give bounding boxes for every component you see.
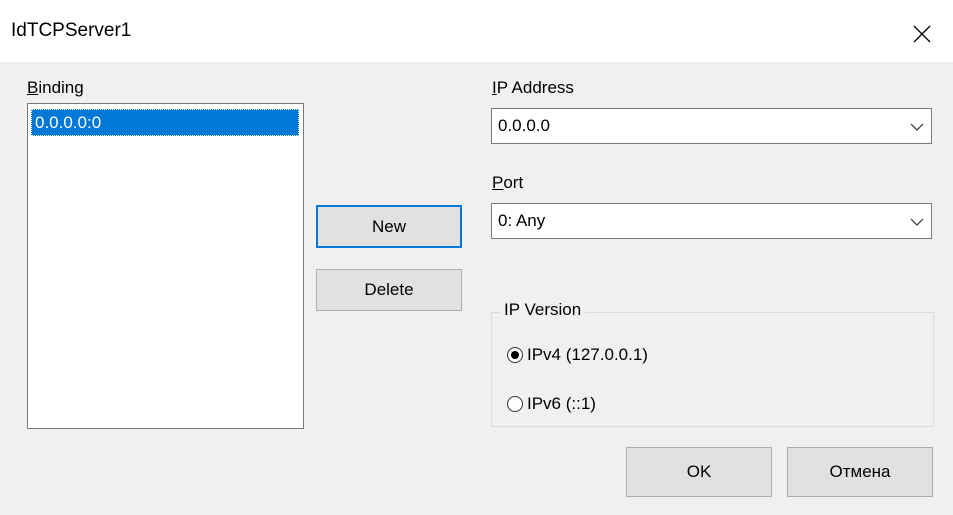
ip-address-label: IP Address (492, 78, 574, 98)
chevron-down-icon (910, 218, 924, 226)
ip-address-label-rest: P Address (496, 78, 574, 97)
binding-label-mnemonic: B (27, 78, 39, 97)
close-icon (913, 25, 931, 43)
binding-label: Binding (27, 78, 84, 98)
ipv4-radio-label: IPv4 (127.0.0.1) (527, 345, 648, 364)
chevron-down-icon (910, 123, 924, 131)
window-title: IdTCPServer1 (11, 20, 132, 41)
port-value: 0: Any (498, 211, 546, 230)
binding-listbox[interactable]: 0.0.0.0:0 (27, 103, 304, 429)
cancel-button[interactable]: Отмена (787, 447, 933, 497)
ok-button[interactable]: OK (626, 447, 772, 497)
radio-checked-icon (507, 347, 523, 363)
ip-address-combobox[interactable]: 0.0.0.0 (491, 108, 932, 144)
port-label: Port (492, 173, 523, 193)
ipv6-radio-label: IPv6 (::1) (527, 394, 596, 413)
delete-button[interactable]: Delete (316, 269, 462, 311)
ip-address-value: 0.0.0.0 (498, 116, 550, 135)
title-bar: IdTCPServer1 (0, 0, 953, 62)
close-button[interactable] (900, 14, 944, 54)
binding-label-rest: inding (38, 78, 84, 97)
ok-button-label: OK (686, 462, 712, 481)
cancel-button-label: Отмена (829, 462, 891, 481)
new-button-label: New (371, 216, 406, 236)
port-label-mnemonic: P (492, 173, 504, 192)
radio-unchecked-icon (507, 396, 523, 412)
binding-list-item[interactable]: 0.0.0.0:0 (31, 109, 299, 136)
ipv6-radio[interactable]: IPv6 (::1) (507, 394, 596, 414)
ip-version-legend: IP Version (500, 300, 586, 320)
delete-button-label: Delete (364, 280, 414, 299)
port-combobox[interactable]: 0: Any (491, 203, 932, 239)
port-label-rest: ort (503, 173, 524, 192)
new-button[interactable]: New (316, 205, 462, 248)
ipv4-radio[interactable]: IPv4 (127.0.0.1) (507, 345, 648, 365)
